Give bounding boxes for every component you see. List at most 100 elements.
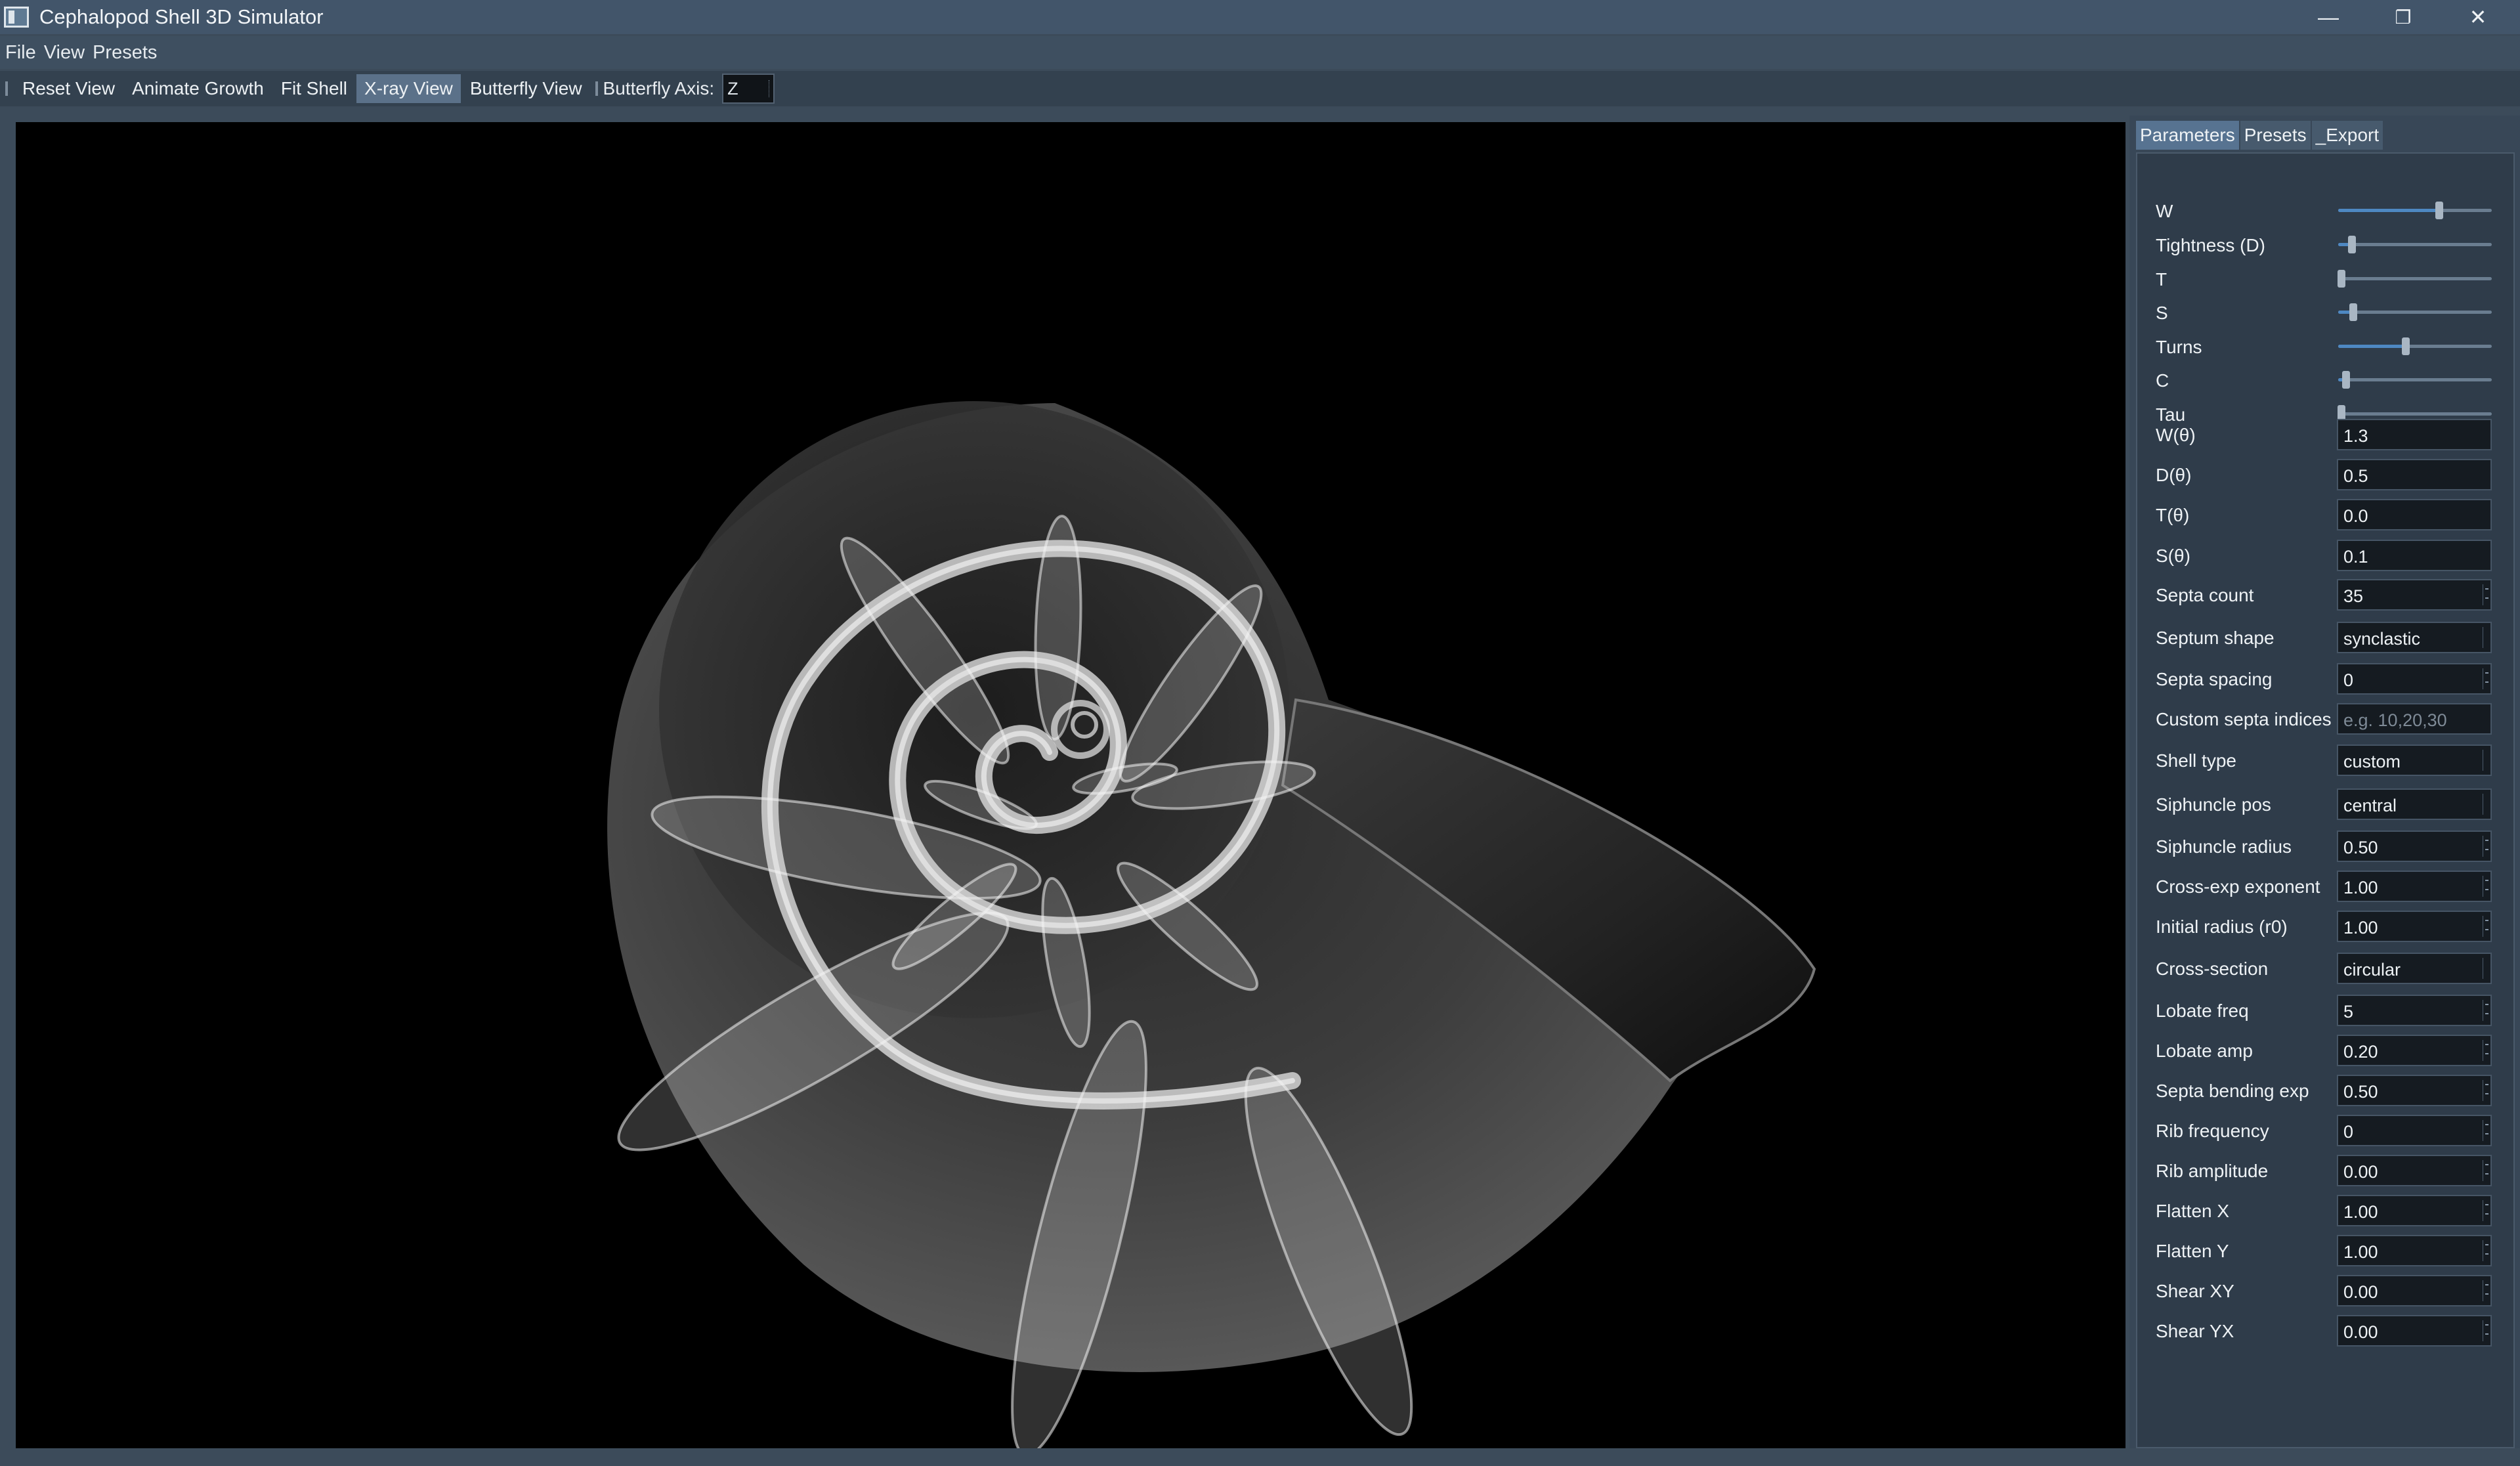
menu-view[interactable]: View <box>44 42 85 64</box>
animate-growth-button[interactable]: Animate Growth <box>124 74 272 103</box>
butterfly-axis-select[interactable]: Z <box>722 74 775 104</box>
parameters-panel: W Tightness (D) T S Turns C Tau W(θ) 1.3 D(θ) 0.5 T… <box>2136 152 2515 1448</box>
shell-type-select[interactable]: custom <box>2337 744 2492 776</box>
menu-file[interactable]: File <box>5 42 36 64</box>
tab-export[interactable]: _Export <box>2311 121 2383 150</box>
flatten-x-input[interactable]: 1.00 <box>2337 1195 2492 1226</box>
lobate-freq-input[interactable]: 5 <box>2337 995 2492 1026</box>
close-button[interactable]: ✕ <box>2441 0 2515 34</box>
dropdown-arrow-icon[interactable] <box>2483 958 2489 979</box>
cross-exp-exponent-input[interactable]: 1.00 <box>2337 871 2492 902</box>
slider-handle[interactable] <box>2401 337 2410 355</box>
d-input[interactable]: 0.5 <box>2337 459 2492 490</box>
shell-3d-viewport[interactable] <box>16 122 2125 1448</box>
initial-radius-r0-input[interactable]: 1.00 <box>2337 911 2492 942</box>
tab-presets[interactable]: Presets <box>2240 121 2311 150</box>
septa-count-input[interactable]: 35 <box>2337 579 2492 611</box>
reset-view-button[interactable]: Reset View <box>14 74 123 103</box>
fit-shell-button[interactable]: Fit Shell <box>273 74 355 103</box>
slider-handle[interactable] <box>2348 236 2357 253</box>
spin-arrows-icon[interactable] <box>2483 1280 2489 1301</box>
spin-arrows-icon[interactable] <box>2483 1240 2489 1261</box>
field-label-initial-radius-r0: Initial radius (r0) <box>2156 916 2288 937</box>
window-title: Cephalopod Shell 3D Simulator <box>39 5 324 28</box>
spin-arrows-icon[interactable] <box>2483 916 2489 937</box>
slider-t[interactable] <box>2337 270 2492 288</box>
field-label-septa-bending-exp: Septa bending exp <box>2156 1081 2309 1101</box>
cross-section-select[interactable]: circular <box>2337 953 2492 984</box>
slider-handle[interactable] <box>2435 202 2444 219</box>
custom-septa-indices-input[interactable]: e.g. 10,20,30 <box>2337 703 2492 735</box>
w-input[interactable]: 1.3 <box>2337 419 2492 450</box>
field-label-septa-spacing: Septa spacing <box>2156 669 2273 689</box>
spin-arrows-icon[interactable] <box>2483 1000 2489 1021</box>
slider-s[interactable] <box>2338 303 2492 321</box>
septa-bending-exp-input[interactable]: 0.50 <box>2337 1075 2492 1106</box>
field-value: 0.1 <box>2343 547 2368 567</box>
field-label-shear-xy: Shear XY <box>2156 1281 2234 1301</box>
slider-w[interactable] <box>2338 202 2492 219</box>
slider-tau[interactable] <box>2337 405 2492 423</box>
spin-arrows-icon[interactable] <box>2483 836 2489 857</box>
slider-handle[interactable] <box>2337 270 2345 288</box>
spin-arrows-icon[interactable] <box>2483 1040 2489 1061</box>
toolbar-grip[interactable] <box>5 81 8 96</box>
status-bar <box>0 1457 2520 1466</box>
s-input[interactable]: 0.1 <box>2337 540 2492 571</box>
spin-arrows-icon[interactable] <box>2483 1320 2489 1341</box>
spin-arrows-icon[interactable] <box>2483 1120 2489 1141</box>
field-value: 0 <box>2343 670 2354 690</box>
septa-spacing-input[interactable]: 0 <box>2337 663 2492 695</box>
field-label-cross-section: Cross-section <box>2156 959 2269 979</box>
menu-bar: File View Presets <box>0 36 2520 69</box>
spin-arrows-icon[interactable] <box>2483 1160 2489 1181</box>
slider-c[interactable] <box>2338 371 2492 389</box>
field-label-flatten-x: Flatten X <box>2156 1201 2230 1221</box>
field-value: custom <box>2343 752 2401 771</box>
septum-shape-select[interactable]: synclastic <box>2337 622 2492 653</box>
menu-presets[interactable]: Presets <box>93 42 157 64</box>
slider-tightness-d[interactable] <box>2338 236 2492 253</box>
restore-button[interactable]: ❐ <box>2366 0 2441 34</box>
slider-turns[interactable] <box>2338 337 2492 355</box>
spin-arrows-icon[interactable] <box>2483 1200 2489 1221</box>
rib-frequency-input[interactable]: 0 <box>2337 1115 2492 1146</box>
field-value: 0.50 <box>2343 838 2378 857</box>
slider-handle[interactable] <box>2349 303 2358 321</box>
slider-label-w: W <box>2156 201 2173 221</box>
shear-xy-input[interactable]: 0.00 <box>2337 1275 2492 1306</box>
field-value: 0.20 <box>2343 1042 2378 1062</box>
parameters-dock: Parameters Presets _Export W Tightness (D… <box>2129 116 2520 1448</box>
lobate-amp-input[interactable]: 0.20 <box>2337 1035 2492 1066</box>
dropdown-arrow-icon[interactable] <box>2483 750 2489 771</box>
flatten-y-input[interactable]: 1.00 <box>2337 1235 2492 1266</box>
spin-arrows-icon[interactable] <box>2483 668 2489 689</box>
rib-amplitude-input[interactable]: 0.00 <box>2337 1155 2492 1186</box>
spin-arrows-icon[interactable] <box>2483 876 2489 897</box>
slider-fill <box>2338 209 2440 212</box>
field-label-septa-count: Septa count <box>2156 585 2254 605</box>
siphuncle-radius-input[interactable]: 0.50 <box>2337 830 2492 862</box>
slider-fill <box>2338 345 2406 348</box>
butterfly-view-button[interactable]: Butterfly View <box>462 74 590 103</box>
spin-arrows-icon[interactable] <box>2483 1080 2489 1101</box>
toolbar-separator <box>595 81 598 96</box>
field-value: 0.00 <box>2343 1322 2378 1342</box>
siphuncle-pos-select[interactable]: central <box>2337 788 2492 820</box>
dropdown-arrow-icon[interactable] <box>2483 794 2489 815</box>
spin-arrows-icon[interactable] <box>2483 584 2489 605</box>
dropdown-arrow-icon[interactable] <box>2483 627 2489 648</box>
field-label-shell-type: Shell type <box>2156 750 2236 771</box>
butterfly-axis-label: Butterfly Axis: <box>603 78 715 98</box>
field-label-s: S(θ) <box>2156 546 2190 566</box>
tab-parameters[interactable]: Parameters <box>2136 121 2239 150</box>
minimize-button[interactable]: — <box>2291 0 2366 34</box>
field-label-lobate-amp: Lobate amp <box>2156 1041 2253 1061</box>
field-label-rib-frequency: Rib frequency <box>2156 1121 2269 1141</box>
xray-view-button[interactable]: X-ray View <box>356 74 461 103</box>
slider-handle[interactable] <box>2341 371 2350 389</box>
field-label-custom-septa-indices: Custom septa indices <box>2156 709 2332 729</box>
t-input[interactable]: 0.0 <box>2337 499 2492 530</box>
shear-yx-input[interactable]: 0.00 <box>2337 1315 2492 1347</box>
field-label-lobate-freq: Lobate freq <box>2156 1001 2249 1021</box>
